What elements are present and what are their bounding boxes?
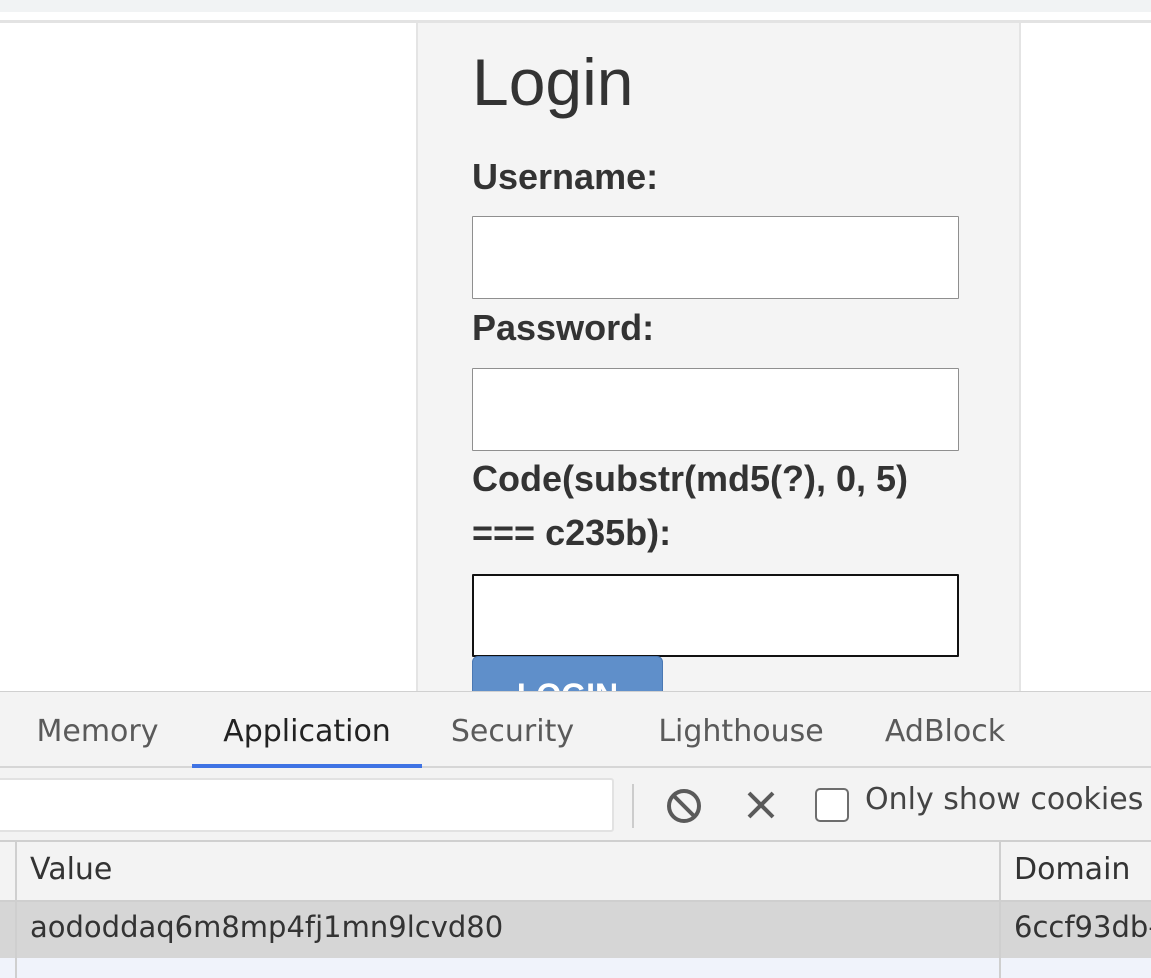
column-header-domain[interactable]: Domain xyxy=(1014,852,1130,887)
column-divider[interactable] xyxy=(15,842,17,978)
code-label-line2: === c235b): xyxy=(472,512,672,553)
column-divider[interactable] xyxy=(999,842,1001,978)
tab-adblock[interactable]: AdBlock xyxy=(870,692,1020,768)
only-show-cookies-label: Only show cookies w xyxy=(865,782,1151,817)
toolbar-divider xyxy=(632,784,634,828)
cookie-domain-cell: 6ccf93db- xyxy=(1014,910,1151,944)
cookies-toolbar: Only show cookies w xyxy=(0,768,1151,842)
tab-memory[interactable]: Memory xyxy=(20,692,175,768)
password-input[interactable] xyxy=(472,368,959,451)
username-input[interactable] xyxy=(472,216,959,299)
clear-all-button[interactable] xyxy=(664,786,704,826)
tab-application[interactable]: Application xyxy=(192,692,422,768)
column-header-value[interactable]: Value xyxy=(30,852,112,887)
login-button[interactable]: LOGIN xyxy=(472,656,663,693)
filter-input[interactable] xyxy=(0,778,614,832)
cookies-table: Value Domain aododdaq6m8mp4fj1mn9lcvd80 … xyxy=(0,842,1151,978)
tab-lighthouse[interactable]: Lighthouse xyxy=(645,692,837,768)
devtools-tab-bar: Memory Application Security Lighthouse A… xyxy=(0,692,1151,768)
only-show-cookies-checkbox[interactable] xyxy=(815,788,849,822)
browser-top-bar xyxy=(0,0,1151,12)
username-label: Username: xyxy=(472,156,659,197)
table-empty-area xyxy=(0,958,1151,978)
code-label-line1: Code(substr(md5(?), 0, 5) xyxy=(472,458,909,499)
login-panel: Login Username: Password: Code(substr(md… xyxy=(416,23,1021,693)
cookie-value-cell: aododdaq6m8mp4fj1mn9lcvd80 xyxy=(30,910,504,944)
delete-selected-button[interactable] xyxy=(742,786,780,824)
password-label: Password: xyxy=(472,307,655,348)
table-header: Value Domain xyxy=(0,842,1151,902)
code-input[interactable] xyxy=(472,574,959,657)
login-title: Login xyxy=(472,45,634,119)
block-icon xyxy=(667,789,701,823)
table-row[interactable]: aododdaq6m8mp4fj1mn9lcvd80 6ccf93db- xyxy=(0,902,1151,958)
devtools-panel: Memory Application Security Lighthouse A… xyxy=(0,691,1151,978)
tab-security[interactable]: Security xyxy=(440,692,585,768)
close-icon xyxy=(747,791,775,819)
